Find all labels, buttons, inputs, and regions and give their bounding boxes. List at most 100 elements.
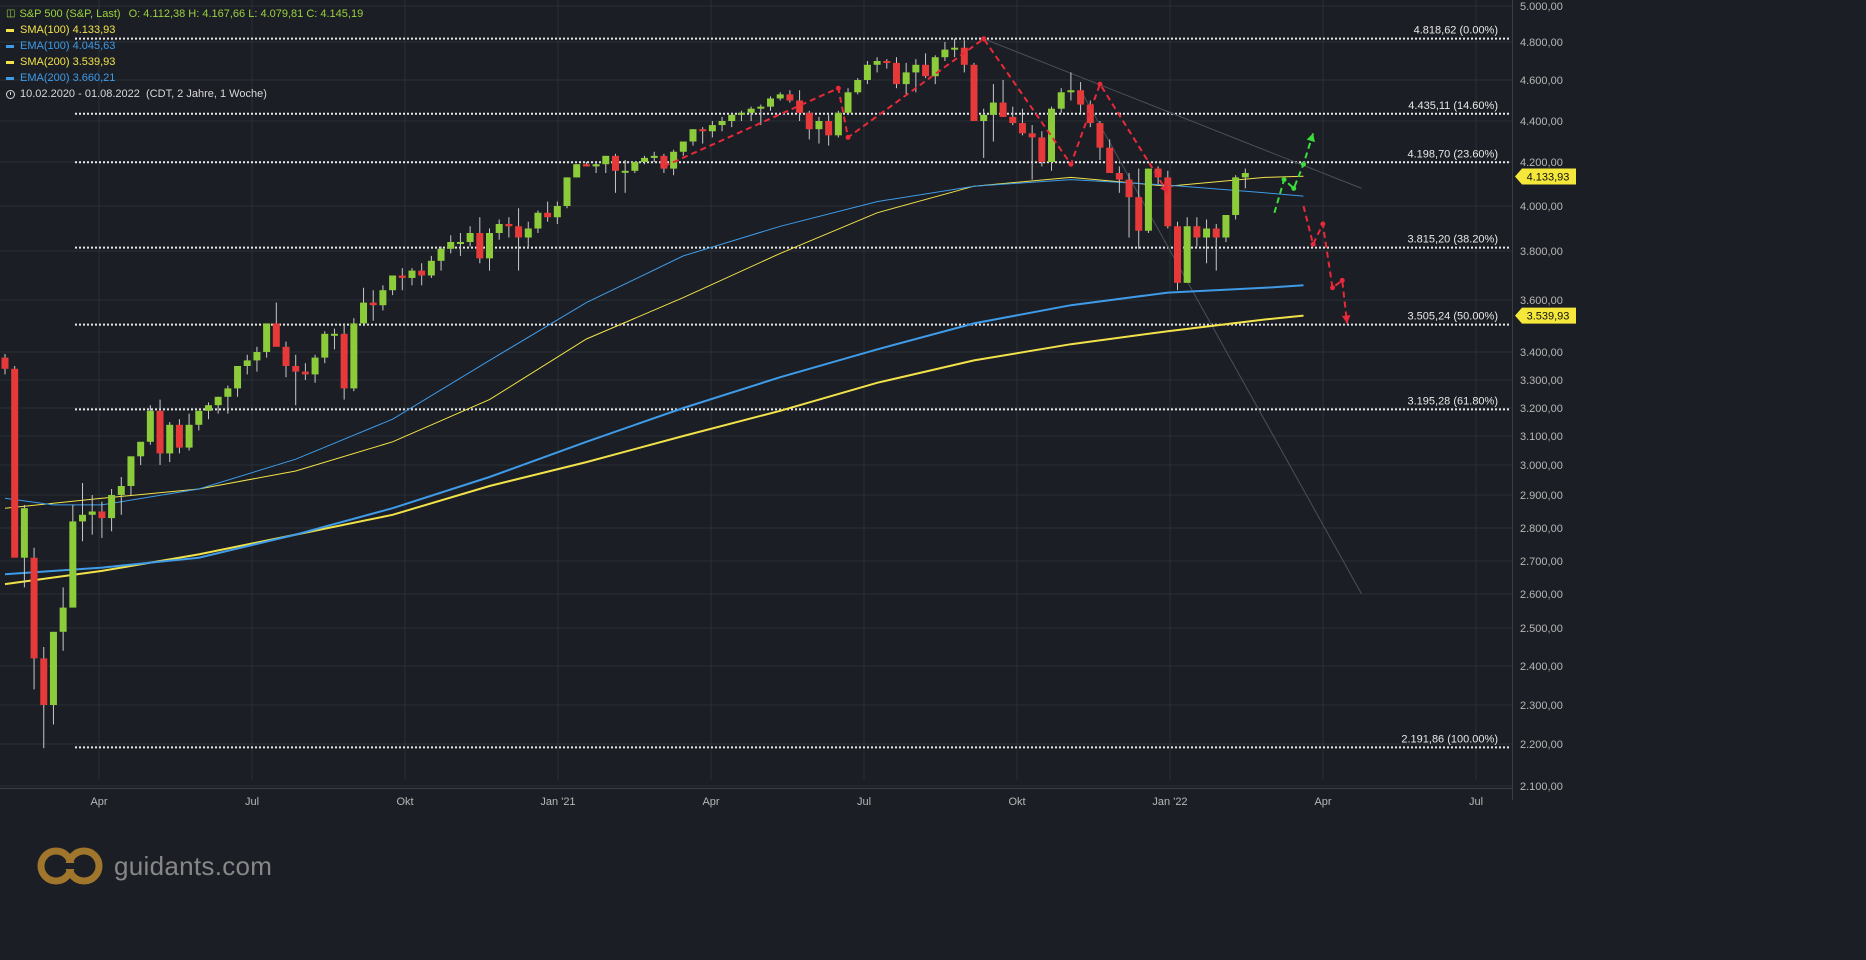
candle-body — [79, 514, 87, 522]
y-tick-label: 3.400,00 — [1520, 347, 1563, 359]
candle-body — [960, 47, 968, 65]
candle-body — [689, 129, 697, 142]
candle-body — [621, 170, 629, 173]
x-tick-label: Jul — [245, 796, 259, 808]
forecast-green-path-point — [1291, 185, 1297, 191]
y-tick-label: 2.300,00 — [1520, 700, 1563, 712]
candle-body — [224, 388, 232, 397]
ma-line-sma200 — [4, 314, 1304, 586]
legend-indicator-sma200[interactable]: SMA(200) 3.539,93 — [6, 54, 363, 70]
candle-body — [330, 333, 338, 336]
legend-range: 10.02.2020 - 01.08.2022 — [20, 88, 140, 100]
candle-body — [776, 94, 784, 99]
candle-body — [40, 658, 48, 705]
legend-ohlc: O: 4.112,38 H: 4.167,66 L: 4.079,81 C: 4… — [128, 8, 364, 20]
candle-body — [679, 141, 687, 152]
candle-body — [1115, 173, 1123, 180]
candle-body — [1203, 228, 1211, 238]
y-tick-label: 2.100,00 — [1520, 781, 1563, 793]
candle-body — [951, 47, 959, 50]
ma-line-ema200 — [4, 284, 1304, 576]
candle-body — [854, 80, 862, 93]
candle-body — [20, 508, 28, 558]
y-tick-label: 3.300,00 — [1520, 375, 1563, 387]
candle-body — [11, 368, 19, 558]
forecast-red-zigzag-point — [981, 36, 987, 42]
candle-body — [544, 212, 552, 218]
price-chart[interactable]: 5.000,00 4.800,00 4.600,00 4.400,00 4.200,00… — [0, 0, 1866, 960]
ema200-swatch — [6, 76, 14, 80]
candle-body — [486, 233, 493, 259]
y-tick-label: 2.400,00 — [1520, 661, 1563, 673]
candle-body — [970, 64, 978, 121]
candle-body — [69, 521, 77, 608]
chart-legend: ◫ S&P 500 (S&P, Last) O: 4.112,38 H: 4.1… — [6, 6, 363, 102]
sma100-swatch — [6, 28, 14, 32]
legend-range-row: 10.02.2020 - 01.08.2022 (CDT, 2 Jahre, 1… — [6, 86, 363, 102]
chart-window: 5.000,00 4.800,00 4.600,00 4.400,00 4.200,00… — [0, 0, 1866, 960]
trend-line — [1080, 90, 1363, 595]
candle-body — [340, 333, 348, 389]
candle-body — [253, 352, 261, 361]
y-tick-label: 3.200,00 — [1520, 403, 1563, 415]
candle-body — [660, 155, 668, 169]
legend-title: S&P 500 (S&P, Last) — [19, 8, 121, 20]
candle-body — [699, 129, 707, 132]
y-tick-label: 2.800,00 — [1520, 523, 1563, 535]
forecast-red-path-point — [1339, 277, 1345, 283]
candle-body — [156, 410, 164, 454]
candle-body — [737, 112, 745, 115]
y-tick-label: 4.600,00 — [1520, 75, 1563, 87]
y-tick-label: 3.800,00 — [1520, 246, 1563, 258]
candle-body — [263, 323, 271, 352]
legend-title-row: ◫ S&P 500 (S&P, Last) O: 4.112,38 H: 4.1… — [6, 6, 363, 22]
candle-body — [989, 102, 997, 115]
candle-body — [137, 441, 145, 457]
candle-body — [902, 72, 910, 85]
candle-body — [1028, 133, 1036, 138]
candle-body — [1193, 226, 1201, 238]
legend-indicator-ema100[interactable]: EMA(100) 4.045,63 — [6, 38, 363, 54]
candle-body — [1212, 228, 1220, 238]
candle-body — [30, 557, 38, 659]
x-tick-label: Apr — [90, 796, 107, 808]
candle-body — [892, 62, 900, 85]
y-tick-label: 3.600,00 — [1520, 295, 1563, 307]
candle-body — [757, 106, 765, 109]
candle-body — [1038, 137, 1046, 162]
candle-body — [321, 333, 329, 358]
y-tick-label: 4.400,00 — [1520, 116, 1563, 128]
y-tick-label: 2.200,00 — [1520, 739, 1563, 751]
candle-body — [418, 270, 426, 276]
candle-body — [602, 155, 610, 165]
x-tick-label: Jan '22 — [1152, 796, 1187, 808]
y-tick-label: 5.000,00 — [1520, 1, 1563, 13]
candle-body — [1057, 92, 1065, 109]
candle-body — [108, 495, 116, 519]
candle-body — [573, 164, 581, 178]
candle-body — [272, 323, 280, 347]
candle-body — [389, 275, 397, 291]
candle-body — [350, 323, 358, 389]
candle-body — [980, 114, 988, 121]
candle-body — [456, 242, 464, 244]
legend-range-note: (CDT, 2 Jahre, 1 Woche) — [146, 88, 267, 100]
candle-body — [466, 233, 474, 242]
candle-body — [1106, 147, 1114, 173]
legend-indicator-sma100[interactable]: SMA(100) 4.133,93 — [6, 22, 363, 38]
candlestick-icon: ◫ — [6, 8, 16, 19]
forecast-green-path — [1273, 133, 1315, 214]
candle-body — [805, 112, 813, 130]
candle-body — [369, 302, 377, 306]
legend-indicator-ema200[interactable]: EMA(200) 3.660,21 — [6, 70, 363, 86]
candle-body — [185, 424, 193, 448]
candle-body — [515, 226, 523, 238]
candle-body — [379, 290, 387, 306]
x-tick-label: Apr — [1314, 796, 1331, 808]
candle-body — [524, 228, 532, 238]
candle-body — [815, 121, 823, 130]
candle-body — [1241, 173, 1249, 178]
candle-body — [146, 410, 154, 442]
forecast-red-zigzag-point — [835, 85, 841, 91]
x-tick-label: Jan '21 — [540, 796, 575, 808]
